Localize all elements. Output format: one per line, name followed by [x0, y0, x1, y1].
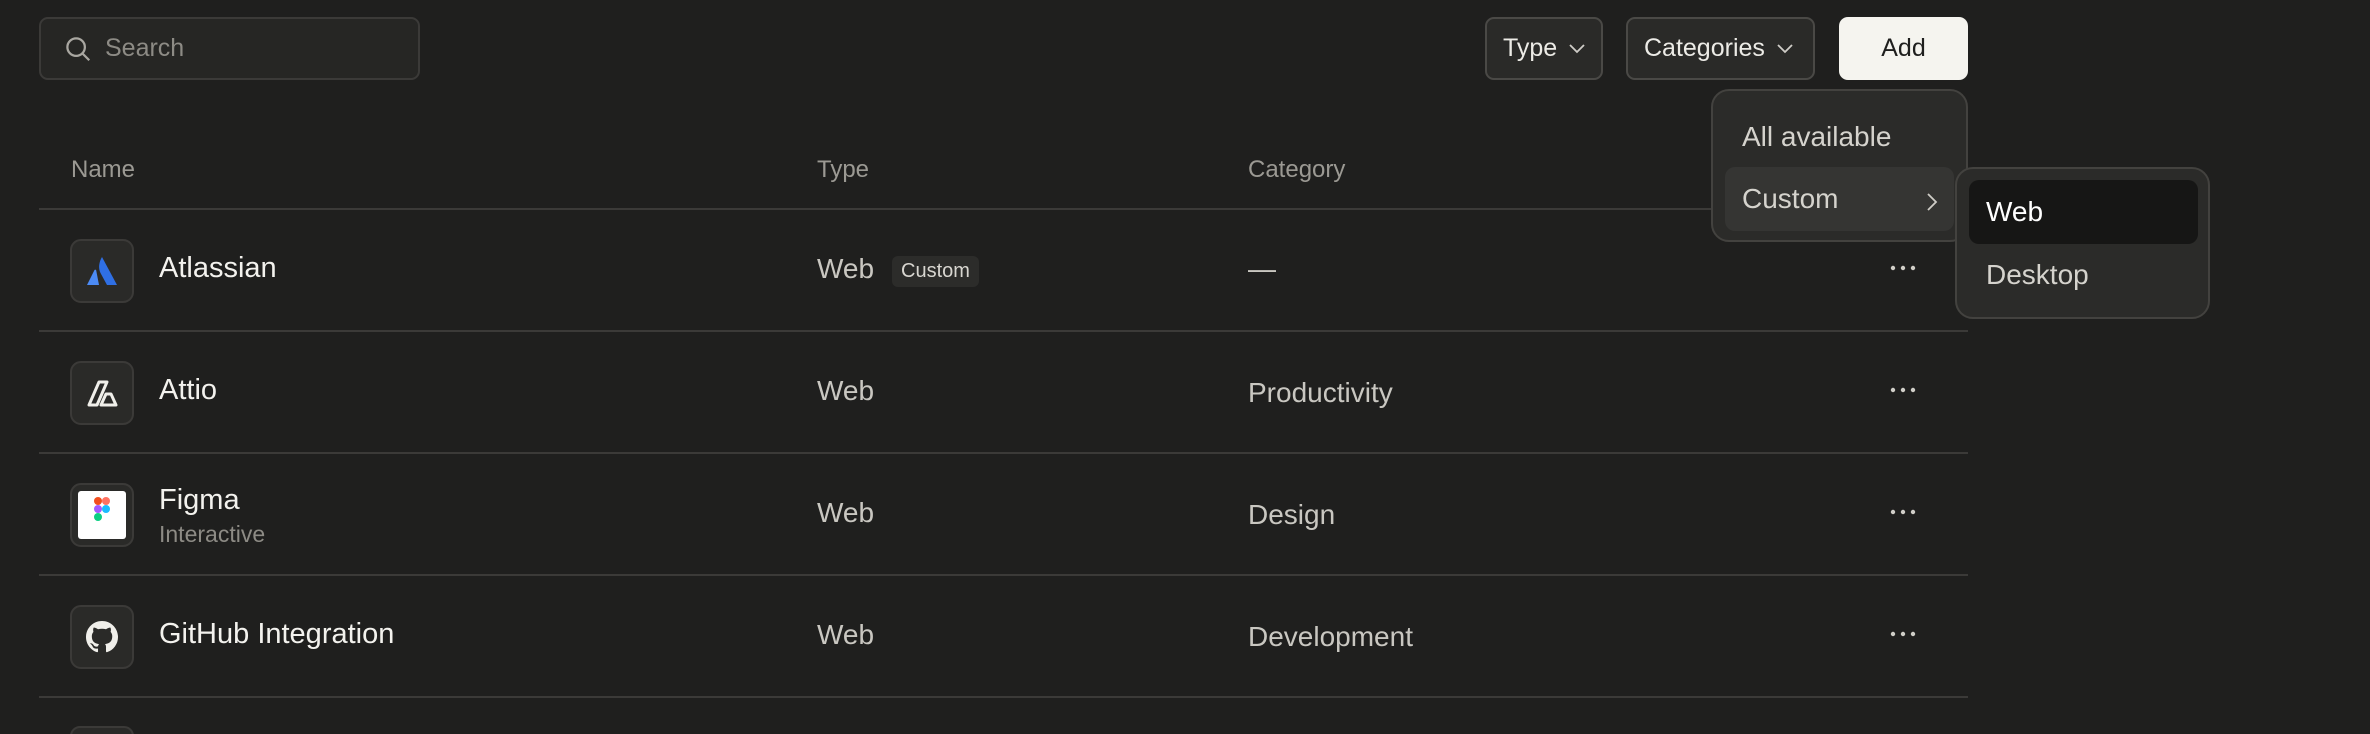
more-options-icon[interactable]: [1883, 378, 1923, 402]
more-options-icon[interactable]: [1883, 500, 1923, 524]
partial-row-icon: [70, 726, 134, 734]
column-header-type: Type: [817, 156, 870, 183]
submenu-item-desktop[interactable]: Desktop: [1969, 243, 2198, 307]
row-type: Web: [817, 497, 875, 528]
table-row[interactable]: Attio Web Productivity: [39, 332, 1968, 454]
chevron-down-icon: [1777, 43, 1793, 54]
type-filter-label: Type: [1503, 34, 1558, 62]
integrations-page: Type Categories Add Name Type Category A…: [0, 0, 2370, 734]
table-row[interactable]: GitHub Integration Web Development: [39, 576, 1968, 698]
more-options-icon[interactable]: [1883, 256, 1923, 280]
table-row[interactable]: Atlassian Web Custom —: [39, 210, 1968, 332]
categories-filter-label: Categories: [1644, 34, 1765, 62]
search-box[interactable]: [39, 17, 420, 80]
type-filter-button[interactable]: Type: [1485, 17, 1603, 80]
row-category: Development: [1248, 621, 1413, 652]
table-row[interactable]: Figma Interactive Web Design: [39, 454, 1968, 576]
figma-logo-icon: [70, 483, 134, 547]
menu-item-label: All available: [1742, 121, 1892, 152]
custom-badge: Custom: [892, 256, 979, 287]
row-type: Web: [817, 253, 875, 284]
chevron-down-icon: [1569, 43, 1585, 54]
attio-logo-icon: [70, 361, 134, 425]
row-type: Web: [817, 375, 875, 406]
more-options-icon[interactable]: [1883, 622, 1923, 646]
github-logo-icon: [70, 605, 134, 669]
chevron-right-icon: [1926, 187, 1938, 219]
search-input[interactable]: [105, 34, 405, 63]
row-name: Atlassian: [159, 252, 277, 284]
submenu-item-web[interactable]: Web: [1969, 180, 2198, 244]
table-header: Name Type Category: [39, 148, 1968, 210]
atlassian-logo-icon: [70, 239, 134, 303]
menu-item-all-available[interactable]: All available: [1725, 105, 1954, 169]
add-button-label: Add: [1881, 34, 1926, 62]
row-name: GitHub Integration: [159, 618, 395, 650]
row-category: Design: [1248, 499, 1336, 530]
search-icon: [66, 36, 91, 61]
type-dropdown-menu: All available Custom: [1711, 89, 1968, 242]
row-subtitle: Interactive: [159, 521, 266, 547]
row-category: —: [1248, 253, 1276, 284]
add-button[interactable]: Add: [1839, 17, 1968, 80]
categories-filter-button[interactable]: Categories: [1626, 17, 1815, 80]
menu-item-label: Custom: [1742, 183, 1839, 214]
submenu-item-label: Desktop: [1986, 259, 2089, 290]
submenu-item-label: Web: [1986, 196, 2044, 227]
row-type: Web: [817, 619, 875, 650]
row-name: Figma: [159, 484, 240, 516]
row-name: Attio: [159, 374, 218, 406]
custom-submenu: Web Desktop: [1955, 167, 2210, 319]
column-header-name: Name: [71, 156, 136, 183]
menu-item-custom[interactable]: Custom: [1725, 167, 1954, 231]
row-category: Productivity: [1248, 377, 1393, 408]
column-header-category: Category: [1248, 156, 1346, 183]
